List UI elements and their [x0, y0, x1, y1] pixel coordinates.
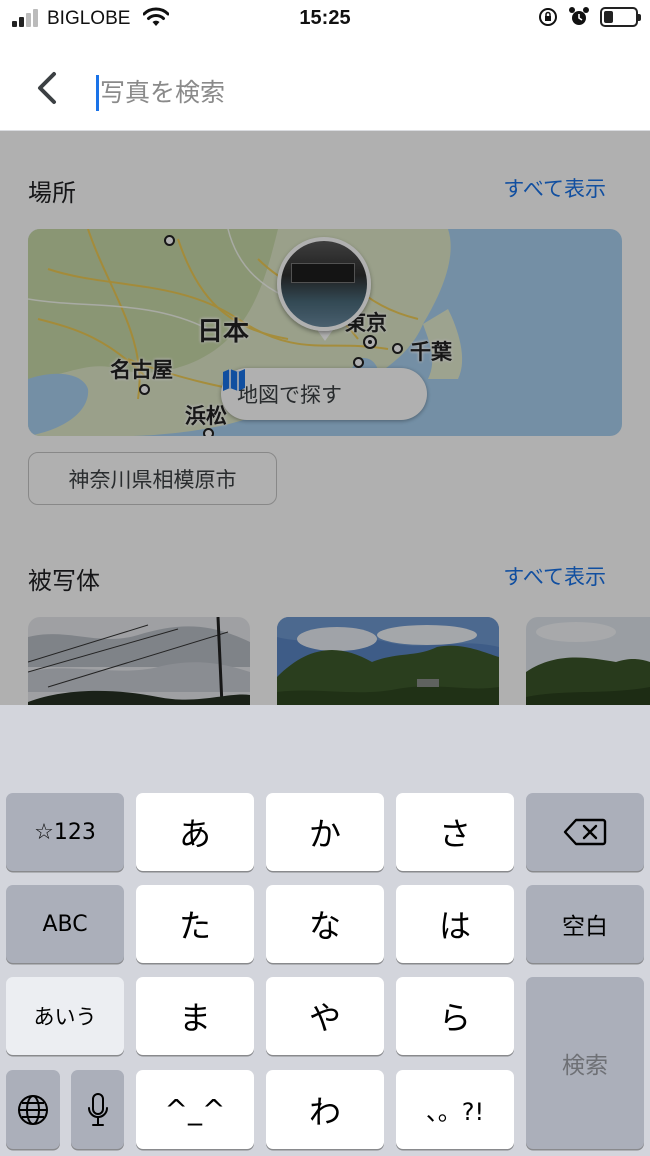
subjects-see-all-link[interactable]: すべて表示	[503, 561, 606, 591]
globe-icon	[18, 1094, 48, 1125]
japanese-keyboard: ☆123 あ か さ ABC た な は 空白 あいう ま や ら 検索 ^_^…	[0, 705, 650, 1156]
battery-icon	[600, 7, 641, 27]
key-punctuation[interactable]: 、。?!	[396, 1070, 514, 1149]
key-ma[interactable]: ま	[136, 977, 254, 1055]
explore-map-button[interactable]: 地図で探す	[221, 368, 427, 420]
key-numbers-mode[interactable]: ☆123	[6, 793, 124, 871]
subjects-section-title: 被写体	[28, 567, 100, 595]
key-kana-mode[interactable]: あいう	[6, 977, 124, 1055]
map-label-nagoya: 名古屋	[110, 358, 173, 382]
search-suggestions: 場所 すべて表示 日本 名古屋 東京 千葉 浜松 地図で探す 神奈川県相模原市 …	[0, 131, 650, 705]
key-ha[interactable]: は	[396, 885, 514, 963]
subject-thumbnail-mountains[interactable]	[277, 617, 499, 705]
key-a[interactable]: あ	[136, 793, 254, 871]
orientation-lock-icon	[539, 8, 557, 26]
station-sign-image	[291, 263, 355, 283]
key-kaomoji[interactable]: ^_^	[136, 1070, 254, 1149]
key-ka[interactable]: か	[266, 793, 384, 871]
map-marker-nagoya	[139, 384, 150, 395]
search-input[interactable]	[100, 70, 600, 114]
subject-thumbnail-hills[interactable]	[526, 617, 650, 705]
key-space[interactable]: 空白	[526, 885, 644, 963]
key-wa[interactable]: わ	[266, 1070, 384, 1149]
key-search[interactable]: 検索	[526, 977, 644, 1149]
map-marker-hamamatsu	[203, 428, 214, 436]
key-abc-mode[interactable]: ABC	[6, 885, 124, 963]
places-map[interactable]: 日本 名古屋 東京 千葉 浜松 地図で探す	[28, 229, 622, 436]
photo-hills	[526, 617, 650, 705]
map-icon	[223, 369, 245, 391]
subject-thumbnail-sky-wires[interactable]	[28, 617, 250, 705]
back-arrow-icon[interactable]	[30, 68, 66, 108]
key-sa[interactable]: さ	[396, 793, 514, 871]
text-cursor	[96, 75, 99, 111]
key-ya[interactable]: や	[266, 977, 384, 1055]
search-header	[0, 38, 650, 131]
key-dictation[interactable]	[71, 1070, 124, 1149]
photo-green-mountains	[277, 617, 499, 705]
key-ra[interactable]: ら	[396, 977, 514, 1055]
photo-sky-wires	[28, 617, 250, 705]
backspace-icon	[563, 818, 607, 846]
explore-map-label: 地図で探す	[237, 383, 342, 407]
places-see-all-link[interactable]: すべて表示	[503, 173, 606, 203]
map-label-hamamatsu: 浜松	[185, 404, 227, 428]
key-ta[interactable]: た	[136, 885, 254, 963]
status-bar: BIGLOBE 15:25	[0, 0, 650, 38]
map-marker-kanagawa	[353, 357, 364, 368]
map-label-japan: 日本	[197, 317, 250, 347]
map-marker-chiba	[392, 343, 403, 354]
key-backspace[interactable]	[526, 793, 644, 871]
map-marker-tokyo	[363, 335, 377, 349]
map-marker-north	[164, 235, 175, 246]
map-label-chiba: 千葉	[410, 340, 452, 364]
alarm-icon	[569, 7, 589, 25]
microphone-icon	[87, 1092, 108, 1126]
places-section-title: 場所	[28, 179, 76, 207]
place-chip-sagamihara[interactable]: 神奈川県相模原市	[28, 452, 277, 505]
key-na[interactable]: な	[266, 885, 384, 963]
photo-pin-thumbnail[interactable]	[277, 237, 371, 331]
key-globe[interactable]	[6, 1070, 60, 1149]
